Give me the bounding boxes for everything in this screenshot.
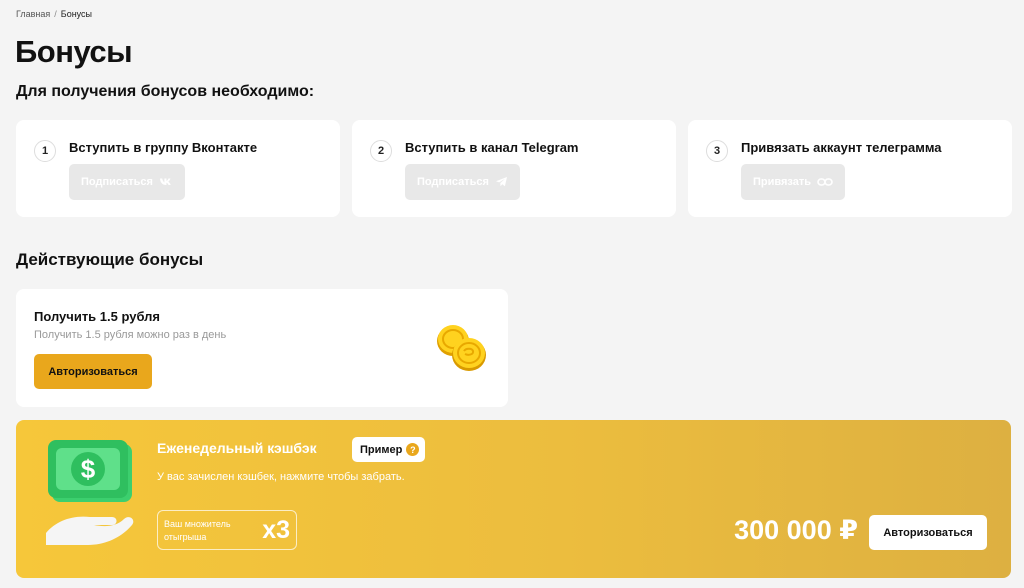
cashback-authorize-button[interactable]: Авторизоваться	[869, 515, 987, 550]
vk-icon	[159, 177, 173, 187]
bonus-authorize-button[interactable]: Авторизоваться	[34, 354, 152, 389]
daily-bonus-card: Получить 1.5 рубля Получить 1.5 рубля мо…	[16, 289, 508, 407]
coins-icon	[431, 319, 491, 375]
step-card-link-telegram: 3 Привязать аккаунт телеграмма Привязать	[688, 120, 1012, 217]
weekly-cashback-banner: $ Еженедельный кэшбэк Пример ? У вас зач…	[16, 420, 1011, 578]
step-title: Привязать аккаунт телеграмма	[741, 140, 942, 155]
cashback-description: У вас зачислен кэшбек, нажмите чтобы заб…	[157, 471, 405, 483]
breadcrumb-separator: /	[54, 9, 57, 19]
question-icon: ?	[406, 443, 420, 456]
page-title: Бонусы	[15, 34, 133, 69]
bonus-title: Получить 1.5 рубля	[34, 309, 161, 324]
breadcrumb-current: Бонусы	[60, 9, 93, 19]
subscribe-telegram-button[interactable]: Подписаться	[405, 164, 520, 200]
active-bonuses-heading: Действующие бонусы	[16, 250, 204, 269]
wager-multiplier-box: Ваш множитель отыгрыша x3	[157, 510, 297, 550]
step-title: Вступить в канал Telegram	[405, 140, 579, 155]
link-icon	[817, 177, 833, 187]
step-title: Вступить в группу Вконтакте	[69, 140, 258, 155]
example-label: Пример	[360, 443, 403, 456]
bonus-description: Получить 1.5 рубля можно раз в день	[34, 329, 227, 341]
breadcrumb-home-link[interactable]: Главная	[16, 9, 50, 19]
cashback-amount: 300 000 ₽	[734, 515, 858, 545]
cash-hand-icon: $	[46, 438, 138, 553]
requirements-heading: Для получения бонусов необходимо:	[16, 83, 315, 100]
multiplier-value: x3	[262, 516, 290, 544]
step-number: 2	[370, 140, 392, 162]
button-label: Привязать	[753, 176, 812, 188]
step-card-telegram: 2 Вступить в канал Telegram Подписаться	[352, 120, 676, 217]
step-number: 1	[34, 140, 56, 162]
link-account-button[interactable]: Привязать	[741, 164, 846, 200]
breadcrumb: Главная / Бонусы	[16, 9, 92, 19]
svg-text:$: $	[81, 454, 96, 484]
button-label: Подписаться	[81, 176, 153, 188]
button-label: Подписаться	[417, 176, 489, 188]
example-badge[interactable]: Пример ?	[352, 437, 426, 462]
step-number: 3	[706, 140, 728, 162]
multiplier-label: Ваш множитель отыгрыша	[164, 519, 231, 542]
subscribe-vk-button[interactable]: Подписаться	[69, 164, 185, 200]
step-card-vk: 1 Вступить в группу Вконтакте Подписатьс…	[16, 120, 340, 217]
telegram-icon	[495, 176, 508, 188]
requirements-steps: 1 Вступить в группу Вконтакте Подписатьс…	[16, 120, 1012, 217]
cashback-title: Еженедельный кэшбэк	[157, 440, 317, 456]
